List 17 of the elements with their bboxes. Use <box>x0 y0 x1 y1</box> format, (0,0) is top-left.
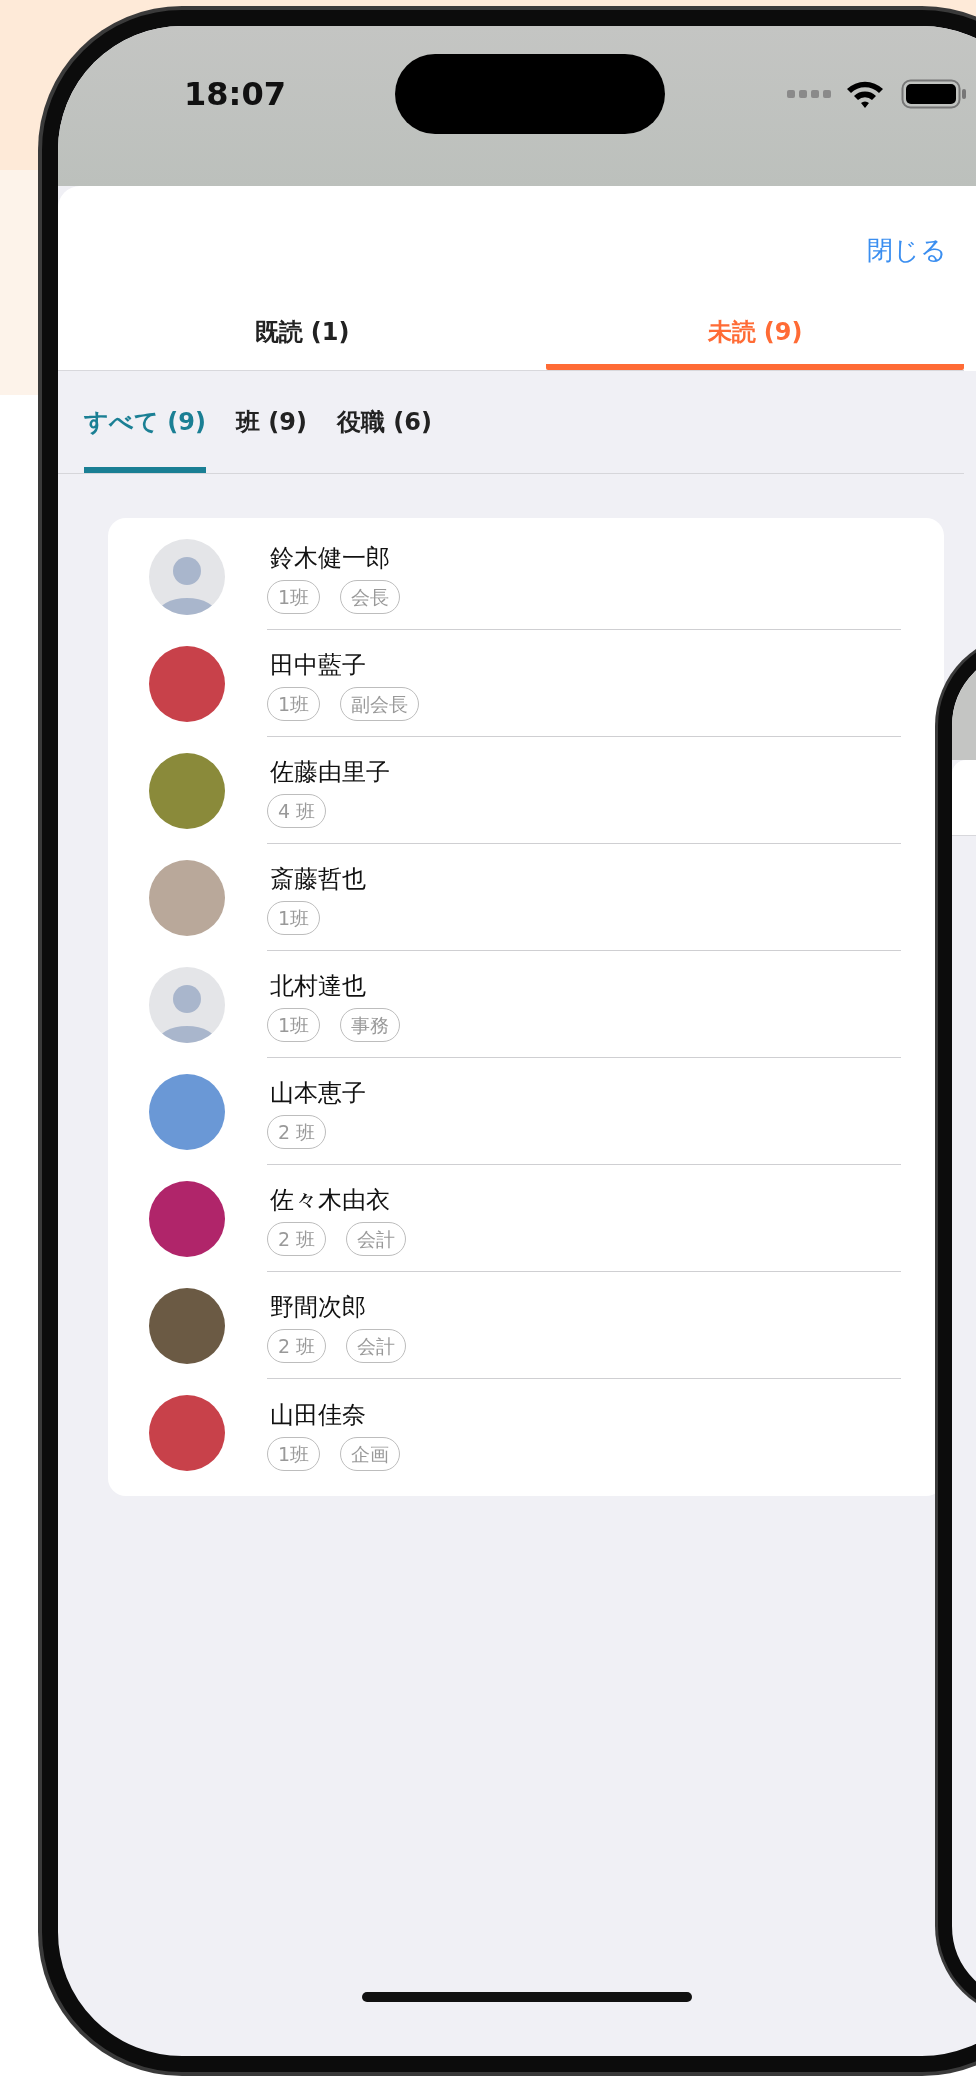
filter-tab[interactable]: 班 (9) <box>236 371 307 473</box>
member-name: 鈴木健一郎 <box>270 543 390 574</box>
member-name: 田中藍子 <box>270 650 366 681</box>
member-name: 野間次郎 <box>270 1292 366 1323</box>
signal-icon <box>787 90 831 98</box>
battery-icon <box>901 79 967 109</box>
filter-tab[interactable]: 役職 (6) <box>337 371 432 473</box>
member-name: 山本恵子 <box>270 1078 366 1109</box>
member-name: 佐藤由里子 <box>270 757 390 788</box>
member-name: 山田佳奈 <box>270 1399 366 1431</box>
status-time: 18:07 <box>183 75 287 113</box>
filter-tab[interactable]: すべて (9) <box>84 371 206 473</box>
member-name: 北村達也 <box>270 971 366 1002</box>
member-name: 佐々木由衣 <box>270 1185 390 1216</box>
read-status-tab[interactable]: 既読 (1) <box>58 300 546 370</box>
wifi-icon <box>845 79 885 109</box>
member-name: 斎藤哲也 <box>270 864 366 895</box>
